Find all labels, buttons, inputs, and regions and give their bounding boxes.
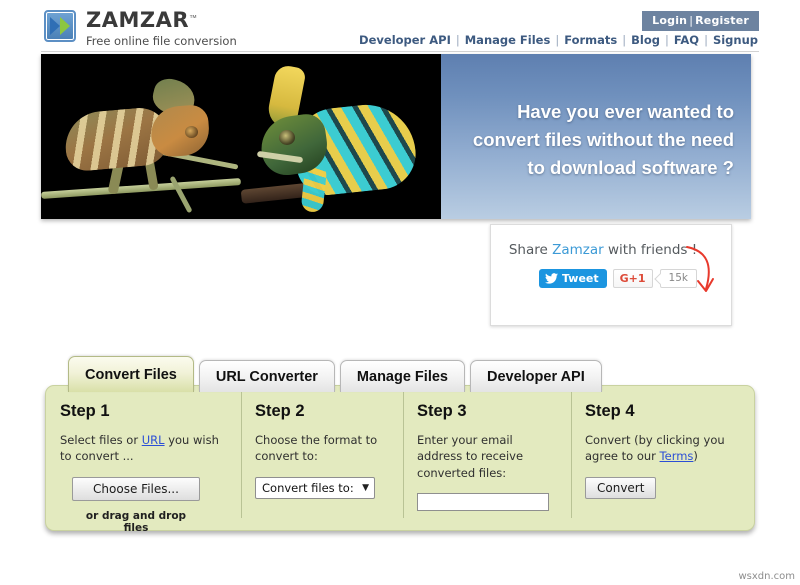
register-link[interactable]: Register xyxy=(695,14,749,27)
curved-arrow-icon xyxy=(686,246,714,292)
choose-files-button[interactable]: Choose Files... xyxy=(72,476,200,501)
step-4: Step 4 Convert (by clicking you agree to… xyxy=(571,386,754,530)
tab-url-converter[interactable]: URL Converter xyxy=(198,360,335,392)
logo-wordmark: ZAMZAR™ xyxy=(86,10,237,31)
nav-separator: | xyxy=(455,33,460,47)
logo-word: ZAMZAR xyxy=(86,8,190,32)
site-header: ZAMZAR™ Free online file conversion Logi… xyxy=(0,0,800,52)
banner-headline: Have you ever wanted to convert files wi… xyxy=(462,98,734,182)
step-1-title: Step 1 xyxy=(60,402,110,420)
watermark: wsxdn.com xyxy=(738,571,795,582)
step-4-description: Convert (by clicking you agree to our Te… xyxy=(585,432,740,465)
google-plus-one-label: G+1 xyxy=(619,272,646,285)
step-1-desc-before: Select files or xyxy=(60,433,142,447)
banner-message-panel: Have you ever wanted to convert files wi… xyxy=(441,54,751,219)
chevron-blue-icon xyxy=(50,17,60,35)
nav-separator: | xyxy=(555,33,560,47)
format-select-value: Convert files to: xyxy=(262,480,354,495)
share-title-prefix: Share xyxy=(508,242,553,258)
branch-shape xyxy=(41,178,241,199)
chameleon-photo-right xyxy=(241,54,441,219)
chevron-down-icon: ▼ xyxy=(362,482,369,493)
terms-link[interactable]: Terms xyxy=(660,449,694,463)
url-link[interactable]: URL xyxy=(142,433,165,447)
nav-item-developer-api[interactable]: Developer API xyxy=(358,33,452,47)
chevron-green-icon xyxy=(60,17,70,35)
login-separator: | xyxy=(689,14,694,27)
top-navigation[interactable]: Developer API | Manage Files | Formats | Blog |… xyxy=(358,33,759,47)
step-4-title: Step 4 xyxy=(585,402,635,420)
email-input[interactable] xyxy=(417,492,549,511)
logo-tagline: Free online file conversion xyxy=(86,34,237,48)
step-3: Step 3 Enter your email address to recei… xyxy=(403,386,571,530)
zamzar-logo-icon xyxy=(44,10,76,42)
trademark-symbol: ™ xyxy=(189,13,198,23)
header-divider xyxy=(41,51,759,52)
google-plus-one-button[interactable]: G+1 xyxy=(612,269,653,288)
step-3-title: Step 3 xyxy=(417,402,467,420)
step-1: Step 1 Select files or URL you wish to c… xyxy=(46,386,241,534)
step-3-description: Enter your email address to receive conv… xyxy=(417,433,524,480)
drag-drop-note: or drag and drop files xyxy=(85,509,187,534)
step-2-description: Choose the format to convert to: xyxy=(255,433,378,464)
step-4-desc-before: Convert (by clicking you agree to our xyxy=(585,433,725,464)
logo[interactable]: ZAMZAR™ Free online file conversion xyxy=(44,10,237,48)
logo-text: ZAMZAR™ Free online file conversion xyxy=(86,10,237,48)
nav-item-faq[interactable]: FAQ xyxy=(673,33,700,47)
nav-separator: | xyxy=(622,33,627,47)
nav-item-formats[interactable]: Formats xyxy=(563,33,618,47)
twitter-bird-icon xyxy=(545,273,558,284)
convert-button[interactable]: Convert xyxy=(585,476,657,499)
tweet-button[interactable]: Tweet xyxy=(539,269,607,288)
share-title-brand: Zamzar xyxy=(552,242,604,258)
nav-item-signup[interactable]: Signup xyxy=(712,33,759,47)
share-buttons[interactable]: Tweet G+1 15k xyxy=(539,269,697,288)
tab-convert-files[interactable]: Convert Files xyxy=(68,356,194,392)
nav-item-blog[interactable]: Blog xyxy=(630,33,661,47)
banner-photos xyxy=(41,54,441,219)
step-2: Step 2 Choose the format to convert to: … xyxy=(241,386,403,530)
chameleon-eye xyxy=(185,126,198,138)
tab-bar[interactable]: Convert Files URL Converter Manage Files… xyxy=(68,356,607,392)
tweet-button-label: Tweet xyxy=(562,272,599,285)
nav-separator: | xyxy=(664,33,669,47)
nav-separator: | xyxy=(704,33,708,47)
step-2-title: Step 2 xyxy=(255,402,305,420)
banner-headline-line1: Have you ever wanted to xyxy=(517,101,734,122)
chameleon-head xyxy=(149,104,211,158)
hero-banner: Have you ever wanted to convert files wi… xyxy=(41,54,751,219)
tab-manage-files[interactable]: Manage Files xyxy=(339,360,465,392)
login-link[interactable]: Login xyxy=(652,14,687,27)
nav-item-manage-files[interactable]: Manage Files xyxy=(464,33,552,47)
step-4-desc-after: ) xyxy=(693,449,698,464)
step-1-description: Select files or URL you wish to convert … xyxy=(60,432,227,465)
conversion-steps-panel: Step 1 Select files or URL you wish to c… xyxy=(45,385,755,534)
format-select[interactable]: Convert files to: ▼ xyxy=(255,476,375,499)
login-register-badge[interactable]: Login | Register xyxy=(642,11,759,31)
tab-developer-api[interactable]: Developer API xyxy=(469,360,602,392)
banner-headline-line3: to download software ? xyxy=(527,157,734,179)
share-box: Share Zamzar with friends ! Tweet G+1 15… xyxy=(490,224,732,326)
banner-headline-line2: convert files without the need xyxy=(472,129,734,151)
chameleon-photo-left xyxy=(41,54,241,219)
chameleon-eye xyxy=(279,130,295,145)
